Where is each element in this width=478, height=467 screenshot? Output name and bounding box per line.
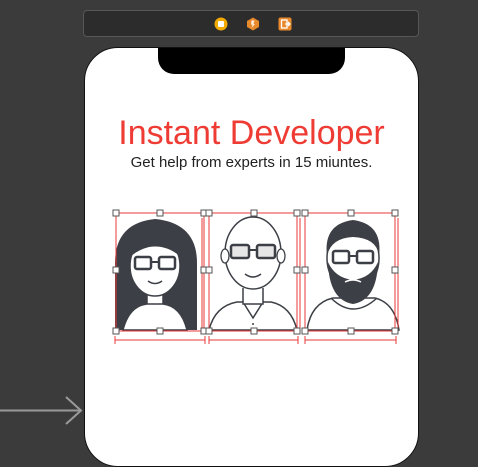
exit-icon[interactable] [278, 17, 292, 31]
first-responder-icon[interactable] [246, 17, 260, 31]
scene-dock [83, 10, 419, 37]
view-controller-icon[interactable] [214, 17, 228, 31]
storyboard-entry-arrow[interactable] [0, 396, 84, 426]
avatar-image-views [112, 209, 400, 344]
bearded-developer-avatar[interactable] [306, 220, 400, 331]
woman-developer-avatar[interactable] [115, 213, 202, 331]
iphone-screen: Instant Developer Get help from experts … [84, 47, 419, 467]
bald-developer-avatar[interactable] [208, 216, 298, 331]
